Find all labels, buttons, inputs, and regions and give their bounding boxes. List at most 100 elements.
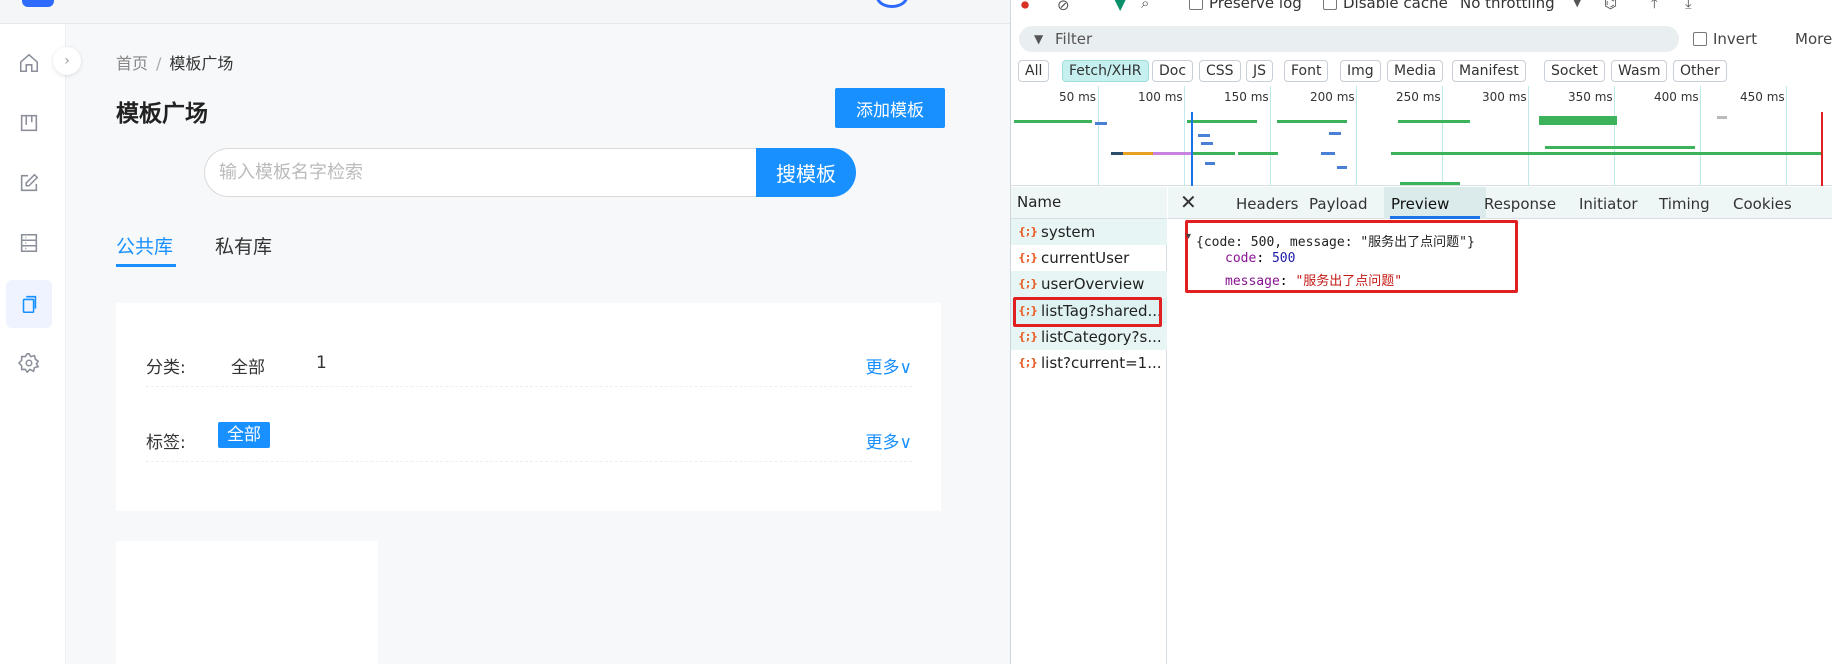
sidebar	[0, 24, 66, 664]
json-summary[interactable]: {code: 500, message: "服务出了点问题"}	[1196, 231, 1475, 250]
sidebar-collapse-button[interactable]: ›	[53, 47, 81, 75]
invert-checkbox[interactable]	[1693, 32, 1707, 46]
tab-initiator[interactable]: Initiator	[1579, 195, 1638, 213]
filter-funnel-icon[interactable]: ▼	[1114, 0, 1126, 13]
resource-type-filters: All Fetch/XHR Doc CSS JS Font Img Media …	[1011, 58, 1832, 84]
type-doc[interactable]: Doc	[1152, 60, 1194, 82]
avatar[interactable]	[876, 0, 908, 8]
home-icon[interactable]	[14, 48, 44, 78]
download-icon[interactable]: ⤓	[1685, 0, 1692, 12]
tab-public[interactable]: 公共库	[116, 232, 173, 259]
type-font[interactable]: Font	[1284, 60, 1329, 82]
timeline-label: 150 ms	[1224, 90, 1269, 104]
tag-filter-row: 标签: 全部 更多∨	[146, 388, 912, 462]
gear-icon[interactable]	[14, 348, 44, 378]
breadcrumb-separator: /	[156, 54, 162, 73]
type-js[interactable]: JS	[1246, 60, 1274, 82]
add-template-button[interactable]: 添加模板	[835, 88, 945, 128]
timeline-bar	[1193, 152, 1235, 155]
timeline-bar	[1095, 122, 1107, 125]
name-column-header[interactable]: Name	[1011, 187, 1167, 219]
app-window: › 首页 / 模板广场 模板广场 添加模板 输入模板名字检索 搜模板 公共库 私有库…	[0, 0, 1014, 664]
breadcrumb: 首页 / 模板广场	[116, 50, 233, 74]
tag-more-link[interactable]: 更多∨	[866, 428, 912, 453]
type-media[interactable]: Media	[1387, 60, 1444, 82]
xhr-icon: {;}	[1018, 330, 1039, 343]
request-row-listcategory[interactable]: {;} listCategory?s...	[1011, 324, 1167, 350]
tab-payload[interactable]: Payload	[1309, 195, 1368, 213]
clear-icon[interactable]: ⊘	[1057, 0, 1070, 14]
expand-triangle-icon[interactable]: ▾	[1186, 231, 1191, 242]
xhr-icon: {;}	[1018, 225, 1039, 238]
request-row-currentuser[interactable]: {;} currentUser	[1011, 245, 1167, 271]
storage-icon[interactable]	[14, 228, 44, 258]
preserve-log-checkbox[interactable]	[1189, 0, 1203, 10]
type-manifest[interactable]: Manifest	[1452, 60, 1526, 82]
invert-label: Invert	[1713, 30, 1758, 48]
type-socket[interactable]: Socket	[1544, 60, 1605, 82]
request-name: listCategory?s...	[1041, 328, 1162, 346]
type-fetch-xhr[interactable]: Fetch/XHR	[1062, 60, 1149, 82]
json-key: message	[1225, 274, 1280, 289]
tab-headers[interactable]: Headers	[1236, 195, 1298, 213]
tab-cookies[interactable]: Cookies	[1733, 195, 1792, 213]
edit-icon[interactable]	[14, 168, 44, 198]
breadcrumb-home[interactable]: 首页	[116, 54, 148, 73]
type-wasm[interactable]: Wasm	[1611, 60, 1668, 82]
type-other[interactable]: Other	[1673, 60, 1727, 82]
type-css[interactable]: CSS	[1199, 60, 1241, 82]
search-button[interactable]: 搜模板	[756, 148, 856, 197]
devtools-network-panel: ⏺ ⊘ ▼ ⌕ Preserve log Disable cache No th…	[1010, 0, 1832, 664]
request-row-list[interactable]: {;} list?current=1...	[1011, 350, 1167, 376]
category-option-all[interactable]: 全部	[231, 353, 265, 378]
type-all[interactable]: All	[1018, 60, 1050, 82]
tag-option-all[interactable]: 全部	[218, 422, 270, 448]
disable-cache-toggle[interactable]: Disable cache	[1323, 0, 1448, 12]
timeline-gridline	[1356, 86, 1357, 186]
search-icon[interactable]: ⌕	[1141, 0, 1149, 12]
tag-label: 标签:	[146, 433, 186, 453]
category-more-link[interactable]: 更多∨	[866, 353, 912, 378]
devtools-filter-bar: Filter ▼ Invert More	[1011, 24, 1832, 54]
tab-response[interactable]: Response	[1484, 195, 1556, 213]
tab-preview[interactable]: Preview	[1391, 195, 1449, 213]
timeline-gridline	[1528, 86, 1529, 186]
timeline-bar	[1238, 152, 1278, 155]
board-icon[interactable]	[14, 108, 44, 138]
filter-input[interactable]: Filter	[1019, 26, 1679, 52]
type-img[interactable]: Img	[1340, 60, 1381, 82]
copy-icon[interactable]	[6, 280, 52, 328]
preserve-log-toggle[interactable]: Preserve log	[1189, 0, 1302, 12]
timeline-gridline	[1442, 86, 1443, 186]
tab-private[interactable]: 私有库	[215, 232, 272, 259]
tab-active-indicator	[1390, 216, 1480, 219]
tag-more-label: 更多	[865, 433, 900, 453]
timeline-label: 50 ms	[1059, 90, 1097, 104]
request-row-system[interactable]: {;} system	[1011, 219, 1167, 245]
timeline-bar	[1123, 152, 1153, 155]
close-icon[interactable]: ✕	[1180, 190, 1197, 214]
throttling-select[interactable]: No throttling	[1460, 0, 1555, 12]
network-timeline[interactable]: 50 ms 100 ms 150 ms 200 ms 250 ms 300 ms…	[1011, 86, 1832, 186]
timeline-bar	[1398, 120, 1470, 123]
timeline-label: 450 ms	[1740, 90, 1785, 104]
timeline-label: 200 ms	[1310, 90, 1355, 104]
tab-active-indicator	[116, 264, 176, 267]
timeline-bar	[1014, 120, 1092, 123]
tab-timing[interactable]: Timing	[1659, 195, 1710, 213]
request-row-useroverview[interactable]: {;} userOverview	[1011, 271, 1167, 297]
search-input[interactable]: 输入模板名字检索	[204, 148, 756, 197]
category-option-1[interactable]: 1	[316, 353, 327, 373]
app-logo[interactable]	[22, 0, 54, 7]
record-stop-icon[interactable]: ⏺	[1021, 0, 1029, 15]
network-conditions-icon[interactable]: ⌬	[1604, 0, 1617, 12]
disable-cache-checkbox[interactable]	[1323, 0, 1337, 10]
timeline-bar	[1329, 132, 1341, 135]
template-card[interactable]	[116, 541, 378, 664]
invert-toggle[interactable]: Invert	[1693, 30, 1757, 48]
caret-down-icon[interactable]: ▼	[1573, 0, 1581, 9]
request-name: userOverview	[1041, 275, 1145, 293]
upload-icon[interactable]: ⤒	[1651, 0, 1658, 12]
timeline-bar	[1111, 152, 1123, 155]
more-filters-button[interactable]: More	[1795, 30, 1832, 48]
